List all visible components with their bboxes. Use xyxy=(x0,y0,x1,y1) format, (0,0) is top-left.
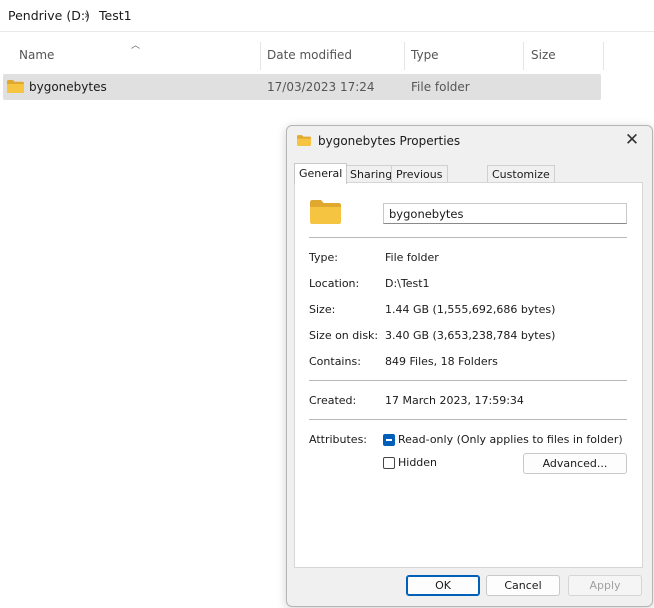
created-value: 17 March 2023, 17:59:34 xyxy=(385,394,524,407)
folder-icon xyxy=(7,80,24,93)
hidden-checkbox[interactable] xyxy=(383,457,395,469)
close-icon[interactable]: ✕ xyxy=(622,130,642,150)
advanced-button[interactable]: Advanced... xyxy=(523,453,627,474)
column-header-size[interactable]: Size xyxy=(531,48,556,62)
hidden-label[interactable]: Hidden xyxy=(398,456,437,469)
file-name: bygonebytes xyxy=(29,80,107,94)
contains-label: Contains: xyxy=(309,355,361,368)
ok-button[interactable]: OK xyxy=(406,575,480,596)
folder-icon xyxy=(297,135,311,146)
general-panel: Type: File folder Location: D:\Test1 Siz… xyxy=(294,182,643,568)
column-separator[interactable] xyxy=(404,42,405,70)
contains-value: 849 Files, 18 Folders xyxy=(385,355,498,368)
location-label: Location: xyxy=(309,277,360,290)
divider xyxy=(309,380,627,381)
column-separator[interactable] xyxy=(260,42,261,70)
sort-ascending-icon: ︿ xyxy=(131,41,141,51)
tab-previous-versions[interactable]: Previous Versions xyxy=(391,165,448,198)
readonly-label[interactable]: Read-only (Only applies to files in fold… xyxy=(398,433,623,446)
dialog-title: bygonebytes Properties xyxy=(318,134,461,148)
size-on-disk-label: Size on disk: xyxy=(309,329,379,342)
cancel-button[interactable]: Cancel xyxy=(486,575,560,596)
column-header-date[interactable]: Date modified xyxy=(267,48,352,62)
location-value: D:\Test1 xyxy=(385,277,430,290)
header-divider xyxy=(0,31,654,32)
breadcrumb-separator: › xyxy=(84,8,89,22)
breadcrumb: Pendrive (D:) › Test1 xyxy=(0,0,654,31)
created-label: Created: xyxy=(309,394,357,407)
apply-button[interactable]: Apply xyxy=(568,575,642,596)
file-date: 17/03/2023 17:24 xyxy=(267,80,375,94)
type-value: File folder xyxy=(385,251,439,264)
file-type: File folder xyxy=(411,80,470,94)
tab-general[interactable]: General xyxy=(294,163,348,184)
tab-sharing[interactable]: Sharing xyxy=(345,165,398,183)
column-separator[interactable] xyxy=(523,42,524,70)
folder-icon xyxy=(310,200,341,224)
size-value: 1.44 GB (1,555,692,686 bytes) xyxy=(385,303,556,316)
breadcrumb-item-test1[interactable]: Test1 xyxy=(99,8,132,23)
column-separator[interactable] xyxy=(603,42,604,70)
size-on-disk-value: 3.40 GB (3,653,238,784 bytes) xyxy=(385,329,556,342)
file-row[interactable]: bygonebytes 17/03/2023 17:24 File folder xyxy=(3,74,601,100)
attributes-label: Attributes: xyxy=(309,433,368,446)
folder-name-input[interactable] xyxy=(383,203,627,224)
divider xyxy=(309,237,627,238)
breadcrumb-item-pendrive[interactable]: Pendrive (D:) xyxy=(8,8,90,23)
properties-dialog: bygonebytes Properties ✕ General Sharing… xyxy=(286,125,653,607)
tab-customize[interactable]: Customize xyxy=(487,165,555,183)
column-header-type[interactable]: Type xyxy=(411,48,439,62)
type-label: Type: xyxy=(309,251,338,264)
size-label: Size: xyxy=(309,303,336,316)
column-header-name[interactable]: Name xyxy=(19,48,54,62)
readonly-checkbox[interactable] xyxy=(383,434,395,446)
divider xyxy=(309,419,627,420)
